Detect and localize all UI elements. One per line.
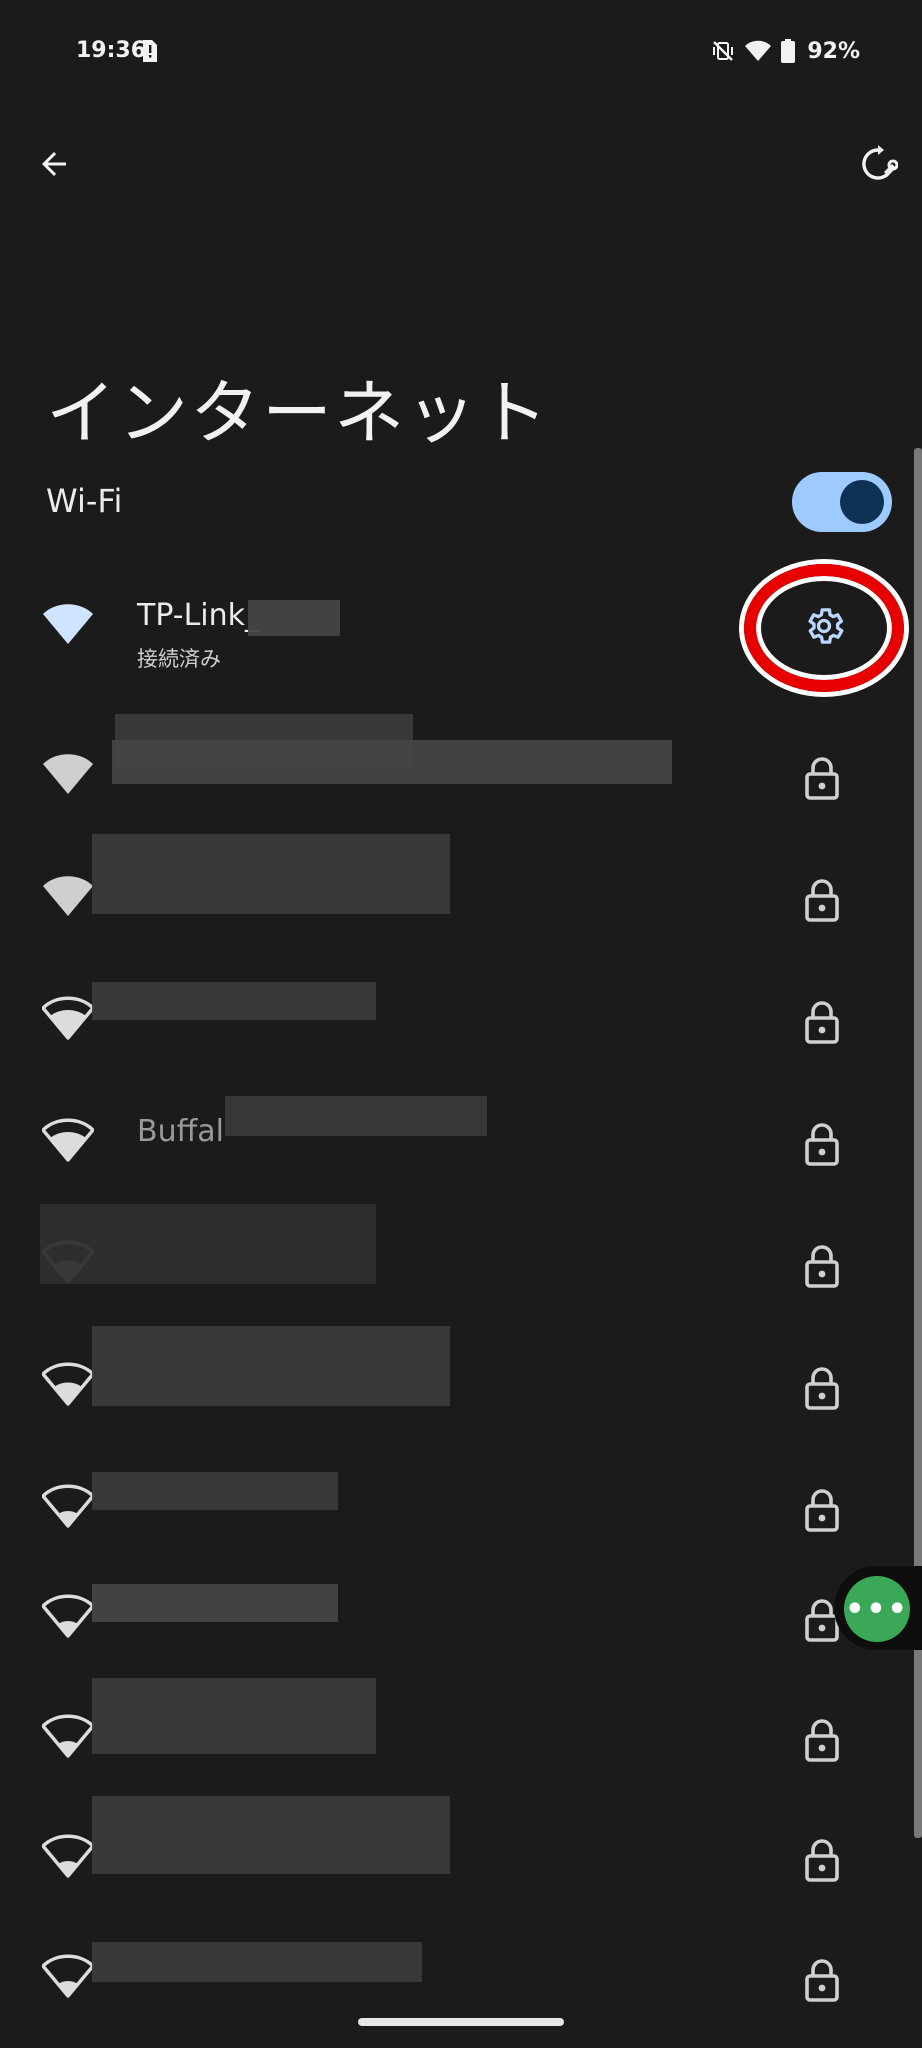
network-row[interactable] <box>0 1204 922 1318</box>
battery-icon <box>781 39 796 63</box>
network-reset-button[interactable] <box>846 132 910 196</box>
network-row[interactable] <box>0 714 922 830</box>
lock-icon <box>805 1245 839 1288</box>
more-icon[interactable]: ••• <box>844 1576 910 1642</box>
top-app-bar <box>0 120 922 192</box>
wifi-signal-weak-icon <box>42 1834 94 1878</box>
wifi-signal-strong-icon <box>42 1118 94 1162</box>
wifi-toggle-row[interactable]: Wi-Fi <box>0 468 922 538</box>
wifi-signal-strong-icon <box>42 996 94 1040</box>
wifi-signal-medium-icon <box>42 1362 94 1406</box>
redaction-block <box>92 834 450 914</box>
redaction-block <box>112 740 672 784</box>
network-row[interactable] <box>0 1562 922 1672</box>
redaction-block <box>92 1472 338 1510</box>
redaction-block <box>92 982 376 1020</box>
redaction-block <box>248 600 340 636</box>
lock-icon <box>805 1719 839 1762</box>
lock-icon <box>805 1959 839 2002</box>
wifi-toggle-switch[interactable] <box>792 472 892 532</box>
wifi-label: Wi-Fi <box>46 482 123 520</box>
wifi-signal-weak-icon <box>42 1714 94 1758</box>
home-indicator[interactable] <box>358 2018 564 2026</box>
battery-percentage: 92% <box>807 38 860 64</box>
wifi-signal-full-icon <box>43 754 93 794</box>
network-row[interactable]: Buffal <box>0 1086 922 1196</box>
gear-icon <box>808 608 844 644</box>
wifi-signal-weak-icon <box>42 1594 94 1638</box>
wifi-signal-weak-icon <box>42 1954 94 1998</box>
network-row[interactable] <box>0 1452 922 1562</box>
redaction-block <box>92 1584 338 1622</box>
redaction-block <box>225 1096 487 1136</box>
wifi-signal-weak-icon <box>42 1484 94 1528</box>
wifi-signal-full-icon <box>43 604 93 644</box>
network-row[interactable] <box>0 1678 922 1792</box>
connected-network-row[interactable]: TP-Link_ 接続済み <box>0 564 922 692</box>
network-row[interactable] <box>0 834 922 952</box>
wifi-signal-full-icon <box>43 876 93 916</box>
redaction-block <box>92 1326 450 1406</box>
vibrate-off-icon <box>713 41 734 61</box>
redaction-block <box>92 1678 376 1754</box>
sim-alert-icon <box>143 40 157 62</box>
lock-icon <box>805 1839 839 1882</box>
network-name: TP-Link_ <box>137 598 261 633</box>
status-time: 19:36 <box>76 38 147 63</box>
network-row[interactable] <box>0 1922 922 2032</box>
toggle-knob <box>840 480 884 524</box>
lock-icon <box>805 1489 839 1532</box>
network-name: Buffal <box>137 1114 224 1149</box>
network-row[interactable] <box>0 964 922 1074</box>
lock-icon <box>805 1001 839 1044</box>
redaction-block <box>92 1796 450 1874</box>
lock-icon <box>805 1123 839 1166</box>
network-row[interactable] <box>0 1796 922 1912</box>
page-title: インターネット <box>46 371 550 454</box>
wifi-icon <box>745 40 772 61</box>
lock-icon <box>805 757 839 800</box>
network-row[interactable] <box>0 1326 922 1440</box>
network-reset-icon <box>862 145 898 180</box>
lock-icon <box>805 1367 839 1410</box>
lock-icon <box>805 879 839 922</box>
back-button[interactable] <box>22 132 86 196</box>
status-icons: 92% <box>711 36 860 66</box>
redaction-block <box>92 1942 422 1982</box>
arrow-back-icon <box>42 152 66 176</box>
status-bar: 19:36 92% <box>0 0 922 106</box>
redaction-block <box>40 1204 376 1284</box>
floating-bubble[interactable]: ••• <box>834 1566 922 1650</box>
network-settings-button[interactable] <box>770 590 878 662</box>
network-status: 接続済み <box>137 647 221 671</box>
